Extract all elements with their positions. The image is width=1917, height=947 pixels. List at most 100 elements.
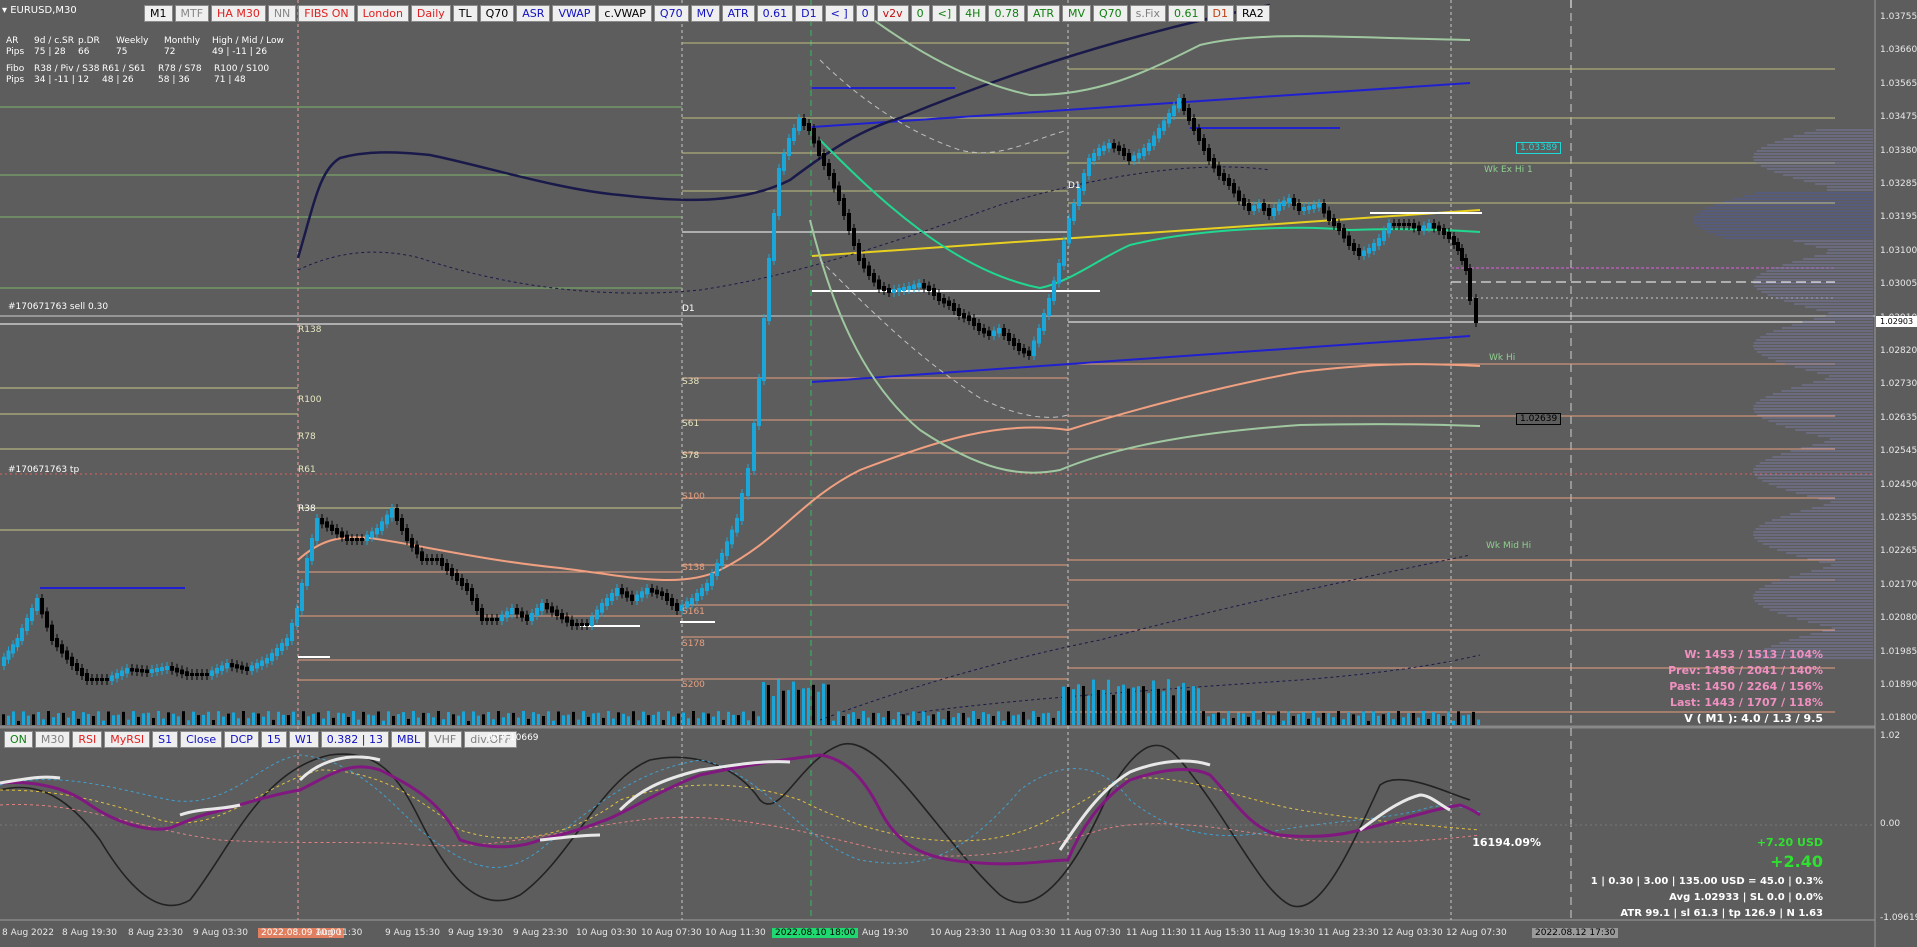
volume-bar <box>1342 719 1345 725</box>
indicator-toggle-button[interactable]: Q70 <box>653 5 689 22</box>
indicator-toggle-button[interactable]: HA M30 <box>211 5 266 22</box>
indicator-toggle-button[interactable]: D1 <box>795 5 823 22</box>
indicator-toggle-button[interactable]: M1 <box>144 5 173 22</box>
volume-bar <box>1432 712 1435 725</box>
candle-body <box>1057 263 1061 284</box>
indicator-toggle-button[interactable]: RA2 <box>1235 5 1270 22</box>
oscillator-toggle-button[interactable]: Close <box>180 731 223 748</box>
oscillator-toggle-button[interactable]: DCP <box>224 731 259 748</box>
oscillator-toggle-button[interactable]: RSI <box>72 731 103 748</box>
indicator-toggle-button[interactable]: <] <box>931 5 958 22</box>
sell-order-label[interactable]: #170671763 sell 0.30 <box>8 302 108 312</box>
candle-body <box>1047 298 1051 316</box>
info-cell: 58 | 36 <box>158 75 190 85</box>
volume-bar <box>1387 712 1390 725</box>
volume-bar <box>1237 712 1240 725</box>
volume-bar <box>1047 712 1050 725</box>
candle-body <box>725 541 729 556</box>
volume-bar <box>907 715 910 725</box>
candle-body <box>615 588 619 596</box>
candle-body <box>867 265 871 276</box>
oscillator-toggle-button[interactable]: S1 <box>152 731 179 748</box>
volume-bar <box>207 711 210 725</box>
candle-body <box>565 616 569 623</box>
indicator-toggle-button[interactable]: D1 <box>1206 5 1234 22</box>
candle-body <box>1327 210 1331 221</box>
volume-bar <box>202 714 205 725</box>
indicator-toggle-button[interactable]: NN <box>267 5 297 22</box>
volume-bar <box>237 718 240 725</box>
indicator-toggle-button[interactable]: 0.61 <box>1168 5 1205 22</box>
oscillator-toggle-button[interactable]: 15 <box>260 731 287 748</box>
candle-body <box>746 468 750 496</box>
candle-body <box>220 665 224 671</box>
indicator-toggle-button[interactable]: 4H <box>959 5 987 22</box>
volume-stat-last: Last: 1443 / 1707 / 118% <box>1669 696 1823 709</box>
info-cell: R100 / S100 <box>214 64 270 74</box>
indicator-toggle-button[interactable]: 0.61 <box>756 5 794 22</box>
price-tag-lower[interactable]: 1.02639 <box>1516 413 1562 425</box>
tp-order-label[interactable]: #170671763 tp <box>8 465 79 475</box>
volume-bar <box>267 711 270 725</box>
volume-bar <box>1122 684 1125 725</box>
oscillator-toggle-button[interactable]: W1 <box>288 731 319 748</box>
indicator-toggle-button[interactable]: 0 <box>855 5 875 22</box>
candle-body <box>1122 148 1126 156</box>
indicator-toggle-button[interactable]: MV <box>690 5 720 22</box>
indicator-toggle-button[interactable]: London <box>356 5 409 22</box>
oscillator-toggle-button[interactable]: ON <box>4 731 33 748</box>
indicator-toggle-button[interactable]: 0.78 <box>988 5 1025 22</box>
oscillator-toggle-button[interactable]: VHF <box>428 731 463 748</box>
indicator-toggle-button[interactable]: v2v <box>876 5 909 22</box>
volume-bar <box>472 711 475 725</box>
volume-bar <box>167 712 170 725</box>
candle-body <box>1412 223 1416 229</box>
indicator-toggle-button[interactable]: ATR <box>1026 5 1060 22</box>
oscillator-toggle-button[interactable]: MyRSI <box>104 731 151 748</box>
price-tick: 1.02080 <box>1880 613 1917 624</box>
volume-bar <box>462 711 465 725</box>
indicator-toggle-button[interactable]: 0 <box>910 5 930 22</box>
indicator-toggle-button[interactable]: MV <box>1062 5 1092 22</box>
candle-body <box>105 678 109 681</box>
candle-body <box>1062 240 1066 266</box>
volume-bar <box>337 712 340 725</box>
indicator-toggle-button[interactable]: ATR <box>721 5 755 22</box>
volume-bar <box>1302 712 1305 725</box>
candle-body <box>967 315 971 321</box>
indicator-toggle-button[interactable]: Daily <box>410 5 451 22</box>
volume-bar <box>467 720 470 725</box>
oscillator-toggle-button[interactable]: MBL <box>390 731 427 748</box>
indicator-toggle-button[interactable]: ASR <box>516 5 551 22</box>
price-tag-upper[interactable]: 1.03389 <box>1516 142 1562 154</box>
volume-bar <box>1352 714 1355 725</box>
volume-bar <box>887 711 890 725</box>
volume-bar <box>677 713 680 725</box>
volume-bar <box>1177 686 1180 725</box>
volume-bar <box>227 713 230 725</box>
volume-bar <box>507 713 510 725</box>
volume-bar <box>802 688 805 725</box>
oscillator-toggle-button[interactable]: 0.382 | 13 <box>320 731 389 748</box>
candle-body <box>1177 98 1181 109</box>
candle-body <box>922 283 926 289</box>
indicator-toggle-button[interactable]: FIBS ON <box>298 5 355 22</box>
oscillator-toggle-button[interactable]: M30 <box>34 731 71 748</box>
indicator-toggle-button[interactable]: VWAP <box>552 5 597 22</box>
indicator-toggle-button[interactable]: Q70 <box>479 5 515 22</box>
price-chart[interactable] <box>0 0 1917 947</box>
volume-bar <box>257 713 260 725</box>
volume-bar <box>42 719 45 725</box>
indicator-toggle-button[interactable]: Q70 <box>1093 5 1128 22</box>
indicator-toggle-button[interactable]: TL <box>452 5 478 22</box>
candle-body <box>1347 235 1351 246</box>
indicator-toggle-button[interactable]: c.VWAP <box>598 5 652 22</box>
candle-body <box>660 591 664 596</box>
candle-body <box>90 678 94 681</box>
indicator-toggle-button[interactable]: s.Fix <box>1129 5 1166 22</box>
indicator-toggle-button[interactable]: MTF <box>174 5 210 22</box>
info-cell: 71 | 48 <box>214 75 246 85</box>
indicator-toggle-button[interactable]: < ] <box>824 5 854 22</box>
volume-bar <box>977 718 980 725</box>
volume-bar <box>1402 717 1405 725</box>
